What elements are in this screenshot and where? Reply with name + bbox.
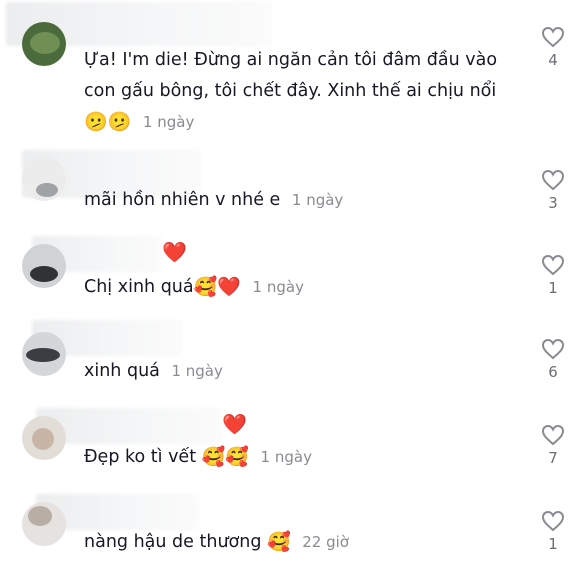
like-count: 1 (548, 535, 558, 553)
comment-emojis: 🥰🥰 (201, 446, 249, 468)
comment-date: 1 ngày (260, 448, 312, 466)
comment-item: xinh quá 1 ngày 6 (0, 318, 580, 398)
comment-date: 1 ngày (142, 113, 195, 131)
heart-outline-icon (541, 26, 565, 48)
like-count: 7 (548, 449, 558, 467)
comment-body: Chị xinh quá (84, 277, 194, 297)
comment-body: Đẹp ko tì vết (84, 447, 197, 467)
like-button[interactable]: 7 (536, 424, 570, 467)
like-count: 4 (548, 51, 558, 69)
name-heart-emoji: ❤️ (222, 412, 247, 436)
comment-body: Ựa! I'm die! Đừng ai ngăn cản tôi đâm đầ… (84, 50, 498, 101)
like-count: 3 (548, 194, 558, 212)
heart-outline-icon (541, 254, 565, 276)
like-count: 1 (548, 279, 558, 297)
avatar[interactable] (22, 332, 66, 376)
heart-outline-icon (541, 510, 565, 532)
comment-text: Đẹp ko tì vết 🥰🥰 1 ngày (84, 442, 502, 473)
like-button[interactable]: 6 (536, 338, 570, 381)
like-button[interactable]: 1 (536, 254, 570, 297)
comment-emojis: 🥰 (267, 531, 291, 553)
comment-item: ❤️ Chị xinh quá🥰❤️ 1 ngày 1 (0, 232, 580, 312)
avatar[interactable] (22, 244, 66, 288)
comment-item: Ựa! I'm die! Đừng ai ngăn cản tôi đâm đầ… (0, 0, 580, 140)
avatar[interactable] (22, 157, 66, 201)
comment-text: Chị xinh quá🥰❤️ 1 ngày (84, 272, 502, 303)
comment-emojis: 🥰❤️ (193, 276, 241, 298)
comment-text: xinh quá 1 ngày (84, 356, 502, 387)
comment-text: nàng hậu de thương 🥰 22 giờ (84, 527, 502, 558)
like-button[interactable]: 4 (536, 26, 570, 69)
comment-text: Ựa! I'm die! Đừng ai ngăn cản tôi đâm đầ… (84, 45, 502, 138)
comment-text: mãi hồn nhiên v nhé e 1 ngày (84, 185, 502, 216)
avatar[interactable] (22, 502, 66, 546)
avatar[interactable] (22, 22, 66, 66)
heart-outline-icon (541, 169, 565, 191)
comment-date: 22 giờ (302, 533, 349, 551)
like-button[interactable]: 1 (536, 510, 570, 553)
comment-date: 1 ngày (252, 278, 304, 296)
heart-outline-icon (541, 424, 565, 446)
comment-date: 1 ngày (171, 362, 223, 380)
like-button[interactable]: 3 (536, 169, 570, 212)
comment-date: 1 ngày (291, 191, 344, 209)
comment-body: mãi hồn nhiên v nhé e (84, 190, 281, 210)
like-count: 6 (548, 363, 558, 381)
comment-item: ❤️ Đẹp ko tì vết 🥰🥰 1 ngày 7 (0, 404, 580, 488)
comment-item: nàng hậu de thương 🥰 22 giờ 1 (0, 490, 580, 566)
name-heart-emoji: ❤️ (162, 240, 187, 264)
heart-outline-icon (541, 338, 565, 360)
avatar[interactable] (22, 416, 66, 460)
comment-body: xinh quá (84, 361, 160, 381)
comment-body: nàng hậu de thương (84, 532, 262, 552)
comment-item: mãi hồn nhiên v nhé e 1 ngày 3 (0, 145, 580, 225)
comment-emojis: 🫤🫤 (84, 111, 132, 133)
